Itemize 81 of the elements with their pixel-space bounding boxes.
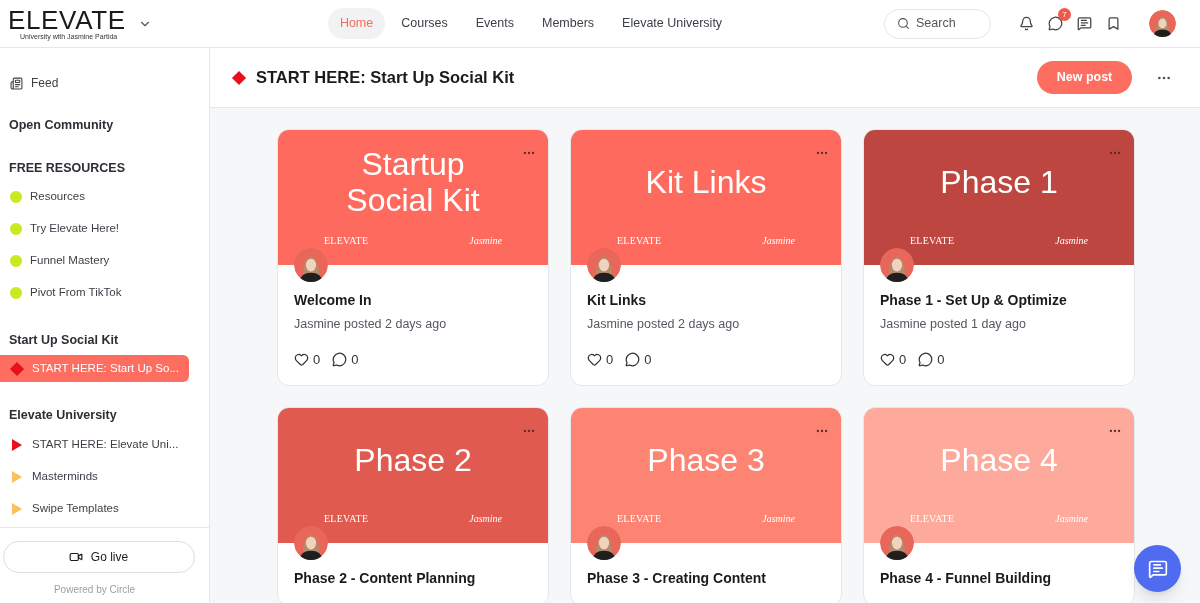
notifications-icon[interactable] (1019, 16, 1034, 31)
post-title[interactable]: Phase 2 - Content Planning (294, 568, 532, 590)
nav-tab[interactable]: Courses (389, 8, 460, 39)
post-title[interactable]: Kit Links (587, 290, 825, 311)
comment-button[interactable]: 0 (332, 349, 359, 370)
comment-button[interactable]: 0 (918, 349, 945, 370)
cover-title: Phase 4 (940, 441, 1058, 478)
video-icon (68, 550, 83, 564)
avatar (880, 248, 914, 282)
cover-logo: ELEVATE (324, 512, 369, 527)
cover-signature: Jasmine (762, 234, 795, 248)
post-card[interactable]: Phase 2 ELEVATE Jasmine Phase 2 - Content Planning (277, 407, 549, 603)
comment-button[interactable]: 0 (625, 349, 652, 370)
space-title: START HERE: Start Up Social Kit (256, 67, 516, 89)
chat-icon[interactable] (1048, 16, 1063, 31)
bookmark-icon[interactable] (1106, 16, 1121, 31)
post-card[interactable]: Phase 1 ELEVATE Jasmine Phase 1 - Set Up & Optimize Jasmine posted 1 day ago 0 0 (863, 129, 1135, 387)
sidebar-item[interactable]: Masterminds (0, 463, 189, 490)
like-button[interactable]: 0 (587, 349, 614, 370)
cover-title: Startup Social Kit (345, 145, 481, 218)
cover-title: Kit Links (645, 163, 767, 200)
like-button[interactable]: 0 (294, 349, 321, 370)
sidebar-item[interactable]: Try Elevate Here! (0, 215, 189, 243)
notification-badge: 7 (1058, 8, 1071, 21)
sidebar-heading[interactable]: Elevate University (0, 406, 209, 425)
heart-icon (294, 352, 309, 367)
post-title[interactable]: Phase 1 - Set Up & Optimize (880, 290, 1118, 311)
post-card[interactable]: Kit Links ELEVATE Jasmine Kit Links Jasmine posted 2 days ago 0 0 (570, 129, 842, 387)
cover-signature: Jasmine (1055, 512, 1088, 527)
chat-icon (1147, 558, 1168, 579)
cover-logo: ELEVATE (617, 234, 662, 248)
post-meta: Jasmine posted 2 days ago (587, 316, 741, 333)
sidebar-item[interactable]: Funnel Mastery (0, 247, 189, 275)
heart-icon (587, 352, 602, 367)
avatar (880, 526, 914, 561)
sidebar-item[interactable]: Resources (0, 183, 189, 211)
sidebar-item[interactable]: Feed (0, 74, 209, 92)
post-title[interactable]: Phase 4 - Funnel Building (880, 568, 1118, 590)
avatar (587, 526, 621, 561)
search-icon (897, 17, 910, 30)
post-meta: Jasmine posted 1 day ago (880, 316, 1027, 333)
comment-icon (918, 352, 934, 367)
cover-logo: ELEVATE (910, 512, 955, 527)
heart-icon (880, 352, 895, 367)
sidebar-item[interactable]: Swipe Templates (0, 495, 189, 522)
chat-button[interactable] (1134, 545, 1181, 592)
sidebar-heading[interactable]: FREE RESOURCES (0, 158, 209, 178)
comment-icon (625, 352, 641, 367)
feed-icon (10, 76, 23, 90)
powered-by-text: Powered by Circle (53, 583, 136, 597)
nav-tab[interactable]: Events (463, 8, 526, 39)
avatar (587, 248, 621, 282)
sidebar-heading[interactable]: Start Up Social Kit (0, 330, 209, 350)
avatar (1149, 10, 1176, 37)
cover-logo: ELEVATE (910, 234, 955, 248)
nav-tab[interactable]: Members (530, 8, 607, 39)
post-card[interactable]: Phase 3 ELEVATE Jasmine Phase 3 - Creating Content (570, 407, 842, 603)
cover-title: Phase 2 (354, 441, 472, 478)
cover-title: Phase 1 (940, 163, 1058, 200)
post-title[interactable]: Phase 3 - Creating Content (587, 568, 825, 590)
post-card[interactable]: Phase 4 ELEVATE Jasmine Phase 4 - Funnel Building (863, 407, 1135, 603)
nav-tab[interactable]: Elevate University (610, 8, 735, 39)
cover-signature: Jasmine (469, 234, 502, 248)
cover-logo: ELEVATE (617, 512, 662, 527)
post-meta: Jasmine posted 2 days ago (294, 316, 448, 333)
messages-icon[interactable] (1077, 16, 1092, 31)
cover-signature: Jasmine (1055, 234, 1088, 248)
cover-signature: Jasmine (469, 512, 502, 527)
cover-logo: ELEVATE (324, 234, 369, 248)
comment-icon (332, 352, 348, 367)
post-card[interactable]: Startup Social Kit ELEVATE Jasmine Welcome In Jasmine posted 2 days ago 0 0 (277, 129, 549, 387)
cover-title: Phase 3 (647, 441, 765, 478)
post-title[interactable]: Welcome In (294, 290, 532, 311)
cover-signature: Jasmine (762, 512, 795, 527)
like-button[interactable]: 0 (880, 349, 907, 370)
sidebar-item[interactable]: START HERE: Elevate Uni... (0, 431, 189, 458)
avatar (294, 526, 328, 561)
sidebar-heading[interactable]: Open Community (0, 116, 209, 135)
avatar (294, 248, 328, 282)
brand-logo[interactable]: ELEVATE (8, 7, 126, 33)
sidebar-item[interactable]: Pivot From TikTok (0, 279, 189, 307)
